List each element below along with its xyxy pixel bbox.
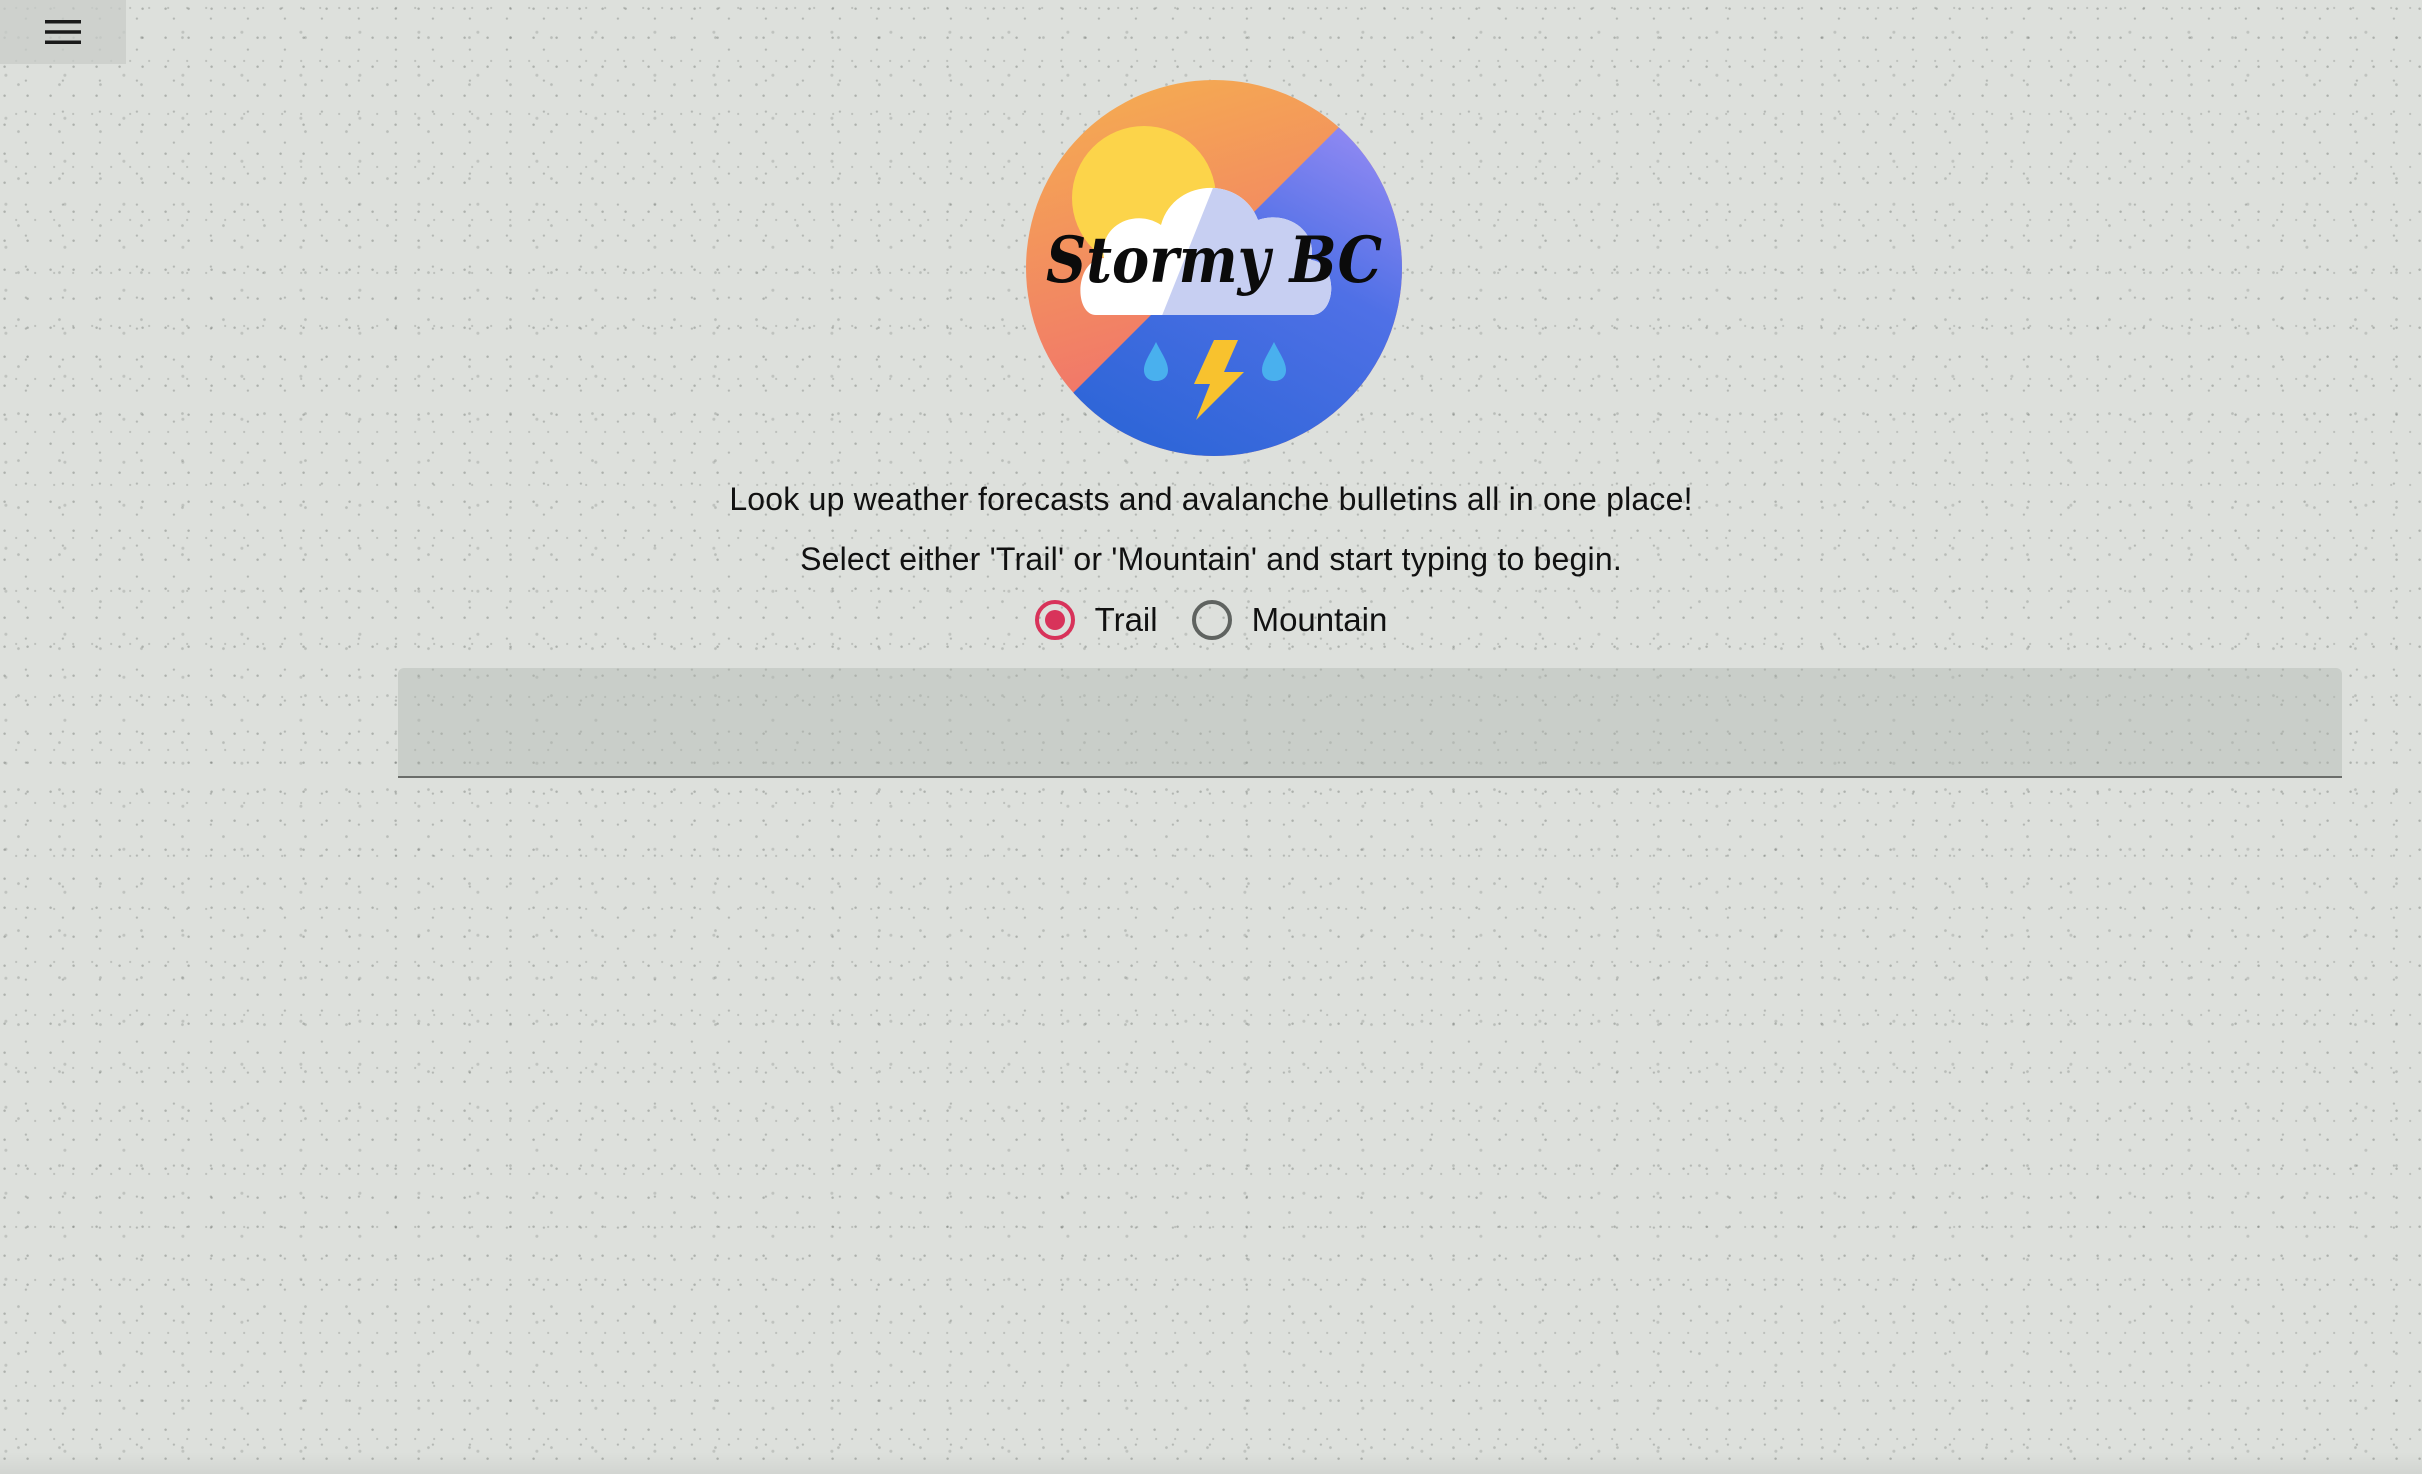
search-mode-radio-group: Trail Mountain: [0, 600, 2422, 640]
radio-label-trail: Trail: [1094, 601, 1158, 638]
radio-option-mountain[interactable]: Mountain: [1191, 600, 1388, 640]
logo-text: Stormy BC: [1046, 223, 1382, 298]
menu-button[interactable]: [0, 0, 126, 64]
radio-option-trail[interactable]: Trail: [1034, 600, 1158, 640]
radio-label-mountain: Mountain: [1251, 601, 1388, 638]
search-field[interactable]: [398, 668, 2342, 778]
logo: Stormy BC: [1026, 80, 1402, 456]
intro-line-1: Look up weather forecasts and avalanche …: [729, 481, 1693, 517]
radio-unchecked-icon[interactable]: [1191, 600, 1232, 640]
intro-line-2: Select either 'Trail' or 'Mountain' and …: [800, 541, 1622, 577]
hamburger-menu-icon: [45, 20, 81, 44]
search-input[interactable]: [422, 668, 2322, 778]
radio-checked-icon[interactable]: [1034, 600, 1075, 640]
bottom-shadow: [0, 1452, 2422, 1474]
